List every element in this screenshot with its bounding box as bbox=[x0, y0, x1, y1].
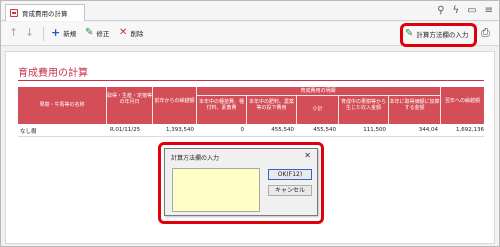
arrow-up-button[interactable]: ↑ bbox=[9, 27, 18, 39]
header-divider bbox=[440, 87, 441, 124]
highlight-box-dialog bbox=[158, 142, 324, 224]
header-subtotal: 小計 bbox=[312, 106, 323, 112]
pencil-icon: ✎ bbox=[85, 27, 94, 38]
search-icon[interactable]: ⚲ bbox=[437, 4, 444, 18]
delete-button[interactable]: ✕ 削除 bbox=[119, 27, 143, 39]
header-name: 果樹・牛馬等の名称 bbox=[39, 102, 85, 108]
header-group: 育成費用の明細 bbox=[300, 88, 336, 94]
header-carryover: 前年からの繰越額 bbox=[154, 98, 195, 104]
new-label: 新規 bbox=[63, 30, 77, 38]
document-icon bbox=[10, 9, 18, 17]
table-header: 果樹・牛馬等の名称 取得・生産・定植等の年月日 前年からの繰越額 育成費用の明細… bbox=[18, 87, 484, 124]
cell-date: R.01/11/25 bbox=[110, 127, 141, 133]
page-title: 育成費用の計算 bbox=[18, 68, 88, 79]
cell-name: なし樹 bbox=[20, 129, 37, 135]
header-seed: 本年中の種苗費、種付料、素畜費 bbox=[198, 99, 244, 111]
edit-label: 修正 bbox=[96, 30, 110, 38]
menu-icon[interactable]: ≡ bbox=[485, 4, 493, 18]
header-date: 取得・生産・定植等の年月日 bbox=[107, 93, 153, 105]
app-window: 育成費用の計算 ⚲ ϟ ▭ ≡ ↑ ↓ + 新規 ✎ 修正 ✕ 削除 ✎ 計算方… bbox=[0, 0, 500, 247]
cell-fert: 455,540 bbox=[271, 127, 294, 133]
printer-icon[interactable]: ⎙ bbox=[481, 26, 490, 40]
cell-seed: 0 bbox=[240, 127, 245, 133]
cell-subtotal: 455,540 bbox=[313, 127, 336, 133]
bolt-icon[interactable]: ϟ bbox=[453, 4, 460, 18]
header-income: 育成中の果樹等から生じた収入金額 bbox=[340, 99, 386, 111]
table-row[interactable]: なし樹 R.01/11/25 1,393,540 0 455,540 455,5… bbox=[18, 124, 484, 137]
arrow-up-icon: ↑ bbox=[9, 26, 19, 39]
tab-bar: 育成費用の計算 ⚲ ϟ ▭ ≡ bbox=[1, 1, 499, 21]
cell-income: 111,500 bbox=[363, 127, 386, 133]
plus-icon: + bbox=[51, 26, 61, 39]
group-divider bbox=[196, 95, 440, 96]
header-fert: 本年中の肥料、農薬等の投下費用 bbox=[248, 99, 294, 111]
header-next: 翌年への繰越額 bbox=[444, 98, 480, 104]
cell-add: 344,04 bbox=[418, 127, 438, 133]
cell-carryover: 1,393,540 bbox=[166, 127, 194, 133]
toolbar-divider bbox=[43, 27, 44, 41]
tab-ikusei-hiyo[interactable]: 育成費用の計算 bbox=[5, 4, 85, 21]
arrow-down-icon: ↓ bbox=[25, 26, 35, 39]
edit-button[interactable]: ✎ 修正 bbox=[85, 27, 109, 39]
new-button[interactable]: + 新規 bbox=[51, 27, 76, 39]
arrow-down-button[interactable]: ↓ bbox=[25, 27, 34, 39]
tab-label: 育成費用の計算 bbox=[22, 10, 68, 18]
titlebar-actions: ⚲ ϟ ▭ ≡ bbox=[437, 4, 493, 18]
highlight-box-toolbar bbox=[400, 23, 477, 47]
delete-icon: ✕ bbox=[119, 27, 128, 38]
header-add: 本年に取得価額に加算する金額 bbox=[389, 99, 440, 111]
header-divider bbox=[152, 87, 153, 124]
window-icon[interactable]: ▭ bbox=[467, 4, 476, 18]
delete-label: 削除 bbox=[130, 30, 144, 38]
title-divider bbox=[18, 80, 484, 81]
cell-next: 1,692,136 bbox=[456, 127, 484, 133]
